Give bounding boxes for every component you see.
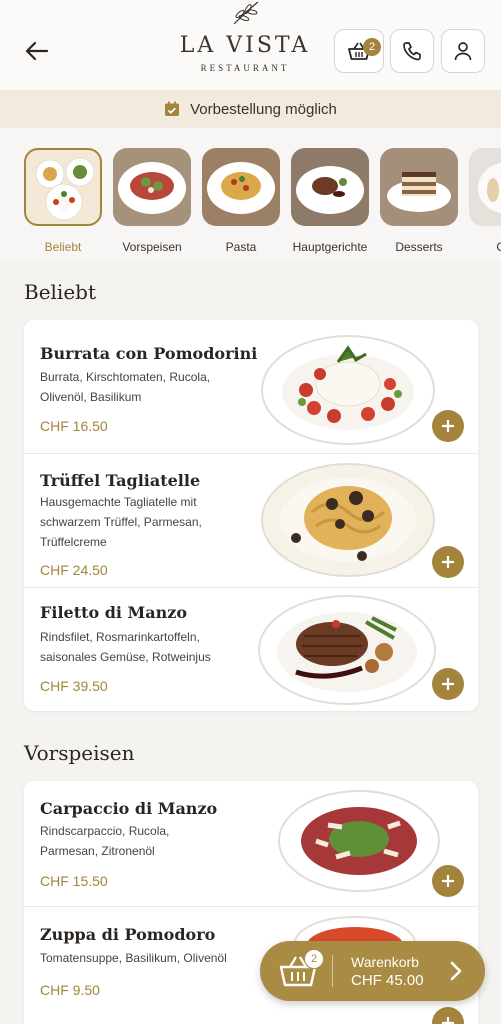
category-desserts[interactable]: Desserts: [380, 148, 458, 254]
dish-image: [278, 790, 440, 892]
plus-icon: [442, 875, 454, 887]
app-header: LA VISTA RESTAURANT 2: [0, 0, 501, 90]
item-name: Carpaccio di Manzo: [40, 799, 218, 818]
item-name: Filetto di Manzo: [40, 603, 188, 622]
phone-icon: [403, 42, 421, 61]
dish-image: [261, 463, 435, 577]
item-price: CHF 24.50: [40, 562, 108, 578]
item-description: Burrata, Kirschtomaten, Rucola, Olivenöl…: [40, 370, 211, 404]
category-hauptgerichte[interactable]: Hauptgerichte: [291, 148, 369, 254]
plus-icon: [442, 556, 454, 568]
user-icon: [454, 42, 472, 61]
category-thumbnail: [202, 148, 280, 226]
cart-count-badge: 2: [304, 949, 324, 969]
category-label: Getr: [469, 240, 501, 254]
plus-icon: [442, 1017, 454, 1024]
category-beliebt[interactable]: Beliebt: [24, 148, 102, 254]
menu-item[interactable]: Trüffel Tagliatelle Hausgemachte Tagliat…: [24, 454, 478, 588]
divider: [332, 955, 333, 987]
arrow-left-icon: [25, 41, 49, 61]
chevron-right-icon: [450, 961, 462, 981]
category-getraenke[interactable]: Getr: [469, 148, 501, 254]
floating-cart-button[interactable]: 2 Warenkorb CHF 45.00: [260, 941, 485, 1001]
category-pasta[interactable]: Pasta: [202, 148, 280, 254]
cart-label: Warenkorb: [351, 954, 419, 970]
category-label: Hauptgerichte: [292, 240, 368, 254]
category-label: Desserts: [395, 240, 443, 254]
item-price: CHF 9.50: [40, 982, 100, 998]
category-vorspeisen[interactable]: Vorspeisen: [113, 148, 191, 254]
menu-item[interactable]: Carpaccio di Manzo Rindscarpaccio, Rucol…: [24, 781, 478, 907]
dish-image: [258, 595, 436, 705]
section-title-popular: Beliebt: [24, 280, 97, 304]
item-description: Rindscarpaccio, Rucola, Parmesan, Zitron…: [40, 824, 170, 858]
olive-branch-icon: [233, 1, 259, 25]
category-thumbnail: [469, 148, 501, 226]
account-button[interactable]: [441, 29, 485, 73]
item-name: Zuppa di Pomodoro: [40, 925, 216, 944]
add-to-cart-button[interactable]: [432, 410, 464, 442]
item-description: Hausgemachte Tagliatelle mit schwarzem T…: [40, 495, 202, 549]
cart-total: CHF 45.00: [351, 972, 424, 989]
menu-item[interactable]: Filetto di Manzo Rindsfilet, Rosmarinkar…: [24, 588, 478, 711]
preorder-banner: Vorbestellung möglich: [0, 90, 501, 128]
item-name: Burrata con Pomodorini: [40, 344, 258, 363]
category-thumbnail: [380, 148, 458, 226]
cart-button[interactable]: 2: [334, 29, 384, 73]
section-title-starters: Vorspeisen: [24, 741, 135, 765]
call-button[interactable]: [390, 29, 434, 73]
restaurant-logo: LA VISTA RESTAURANT: [170, 0, 320, 90]
menu-item[interactable]: Burrata con Pomodorini Burrata, Kirschto…: [24, 320, 478, 454]
calendar-check-icon: [165, 101, 180, 116]
add-to-cart-button[interactable]: [432, 1007, 464, 1024]
item-description: Tomatensuppe, Basilikum, Olivenöl: [40, 951, 227, 965]
logo-title: LA VISTA: [179, 33, 311, 58]
category-scroller[interactable]: Beliebt Vorspeisen Pasta Hauptgerichte D…: [0, 128, 501, 260]
add-to-cart-button[interactable]: [432, 668, 464, 700]
plus-icon: [442, 678, 454, 690]
add-to-cart-button[interactable]: [432, 865, 464, 897]
category-label: Vorspeisen: [122, 240, 182, 254]
popular-items-card: Burrata con Pomodorini Burrata, Kirschto…: [24, 320, 478, 711]
category-label: Pasta: [225, 240, 257, 254]
item-name: Trüffel Tagliatelle: [40, 471, 201, 490]
back-button[interactable]: [22, 36, 52, 66]
plus-icon: [442, 420, 454, 432]
category-thumbnail: [24, 148, 102, 226]
item-price: CHF 39.50: [40, 678, 108, 694]
add-to-cart-button[interactable]: [432, 546, 464, 578]
category-thumbnail: [291, 148, 369, 226]
logo-subtitle: RESTAURANT: [200, 63, 290, 73]
category-thumbnail: [113, 148, 191, 226]
item-price: CHF 15.50: [40, 873, 108, 889]
cart-count-badge: 2: [363, 38, 381, 56]
item-price: CHF 16.50: [40, 418, 108, 434]
item-description: Rindsfilet, Rosmarinkartoffeln, saisonal…: [40, 630, 211, 664]
category-label: Beliebt: [44, 240, 82, 254]
dish-image: [261, 335, 435, 445]
banner-text: Vorbestellung möglich: [190, 100, 337, 118]
